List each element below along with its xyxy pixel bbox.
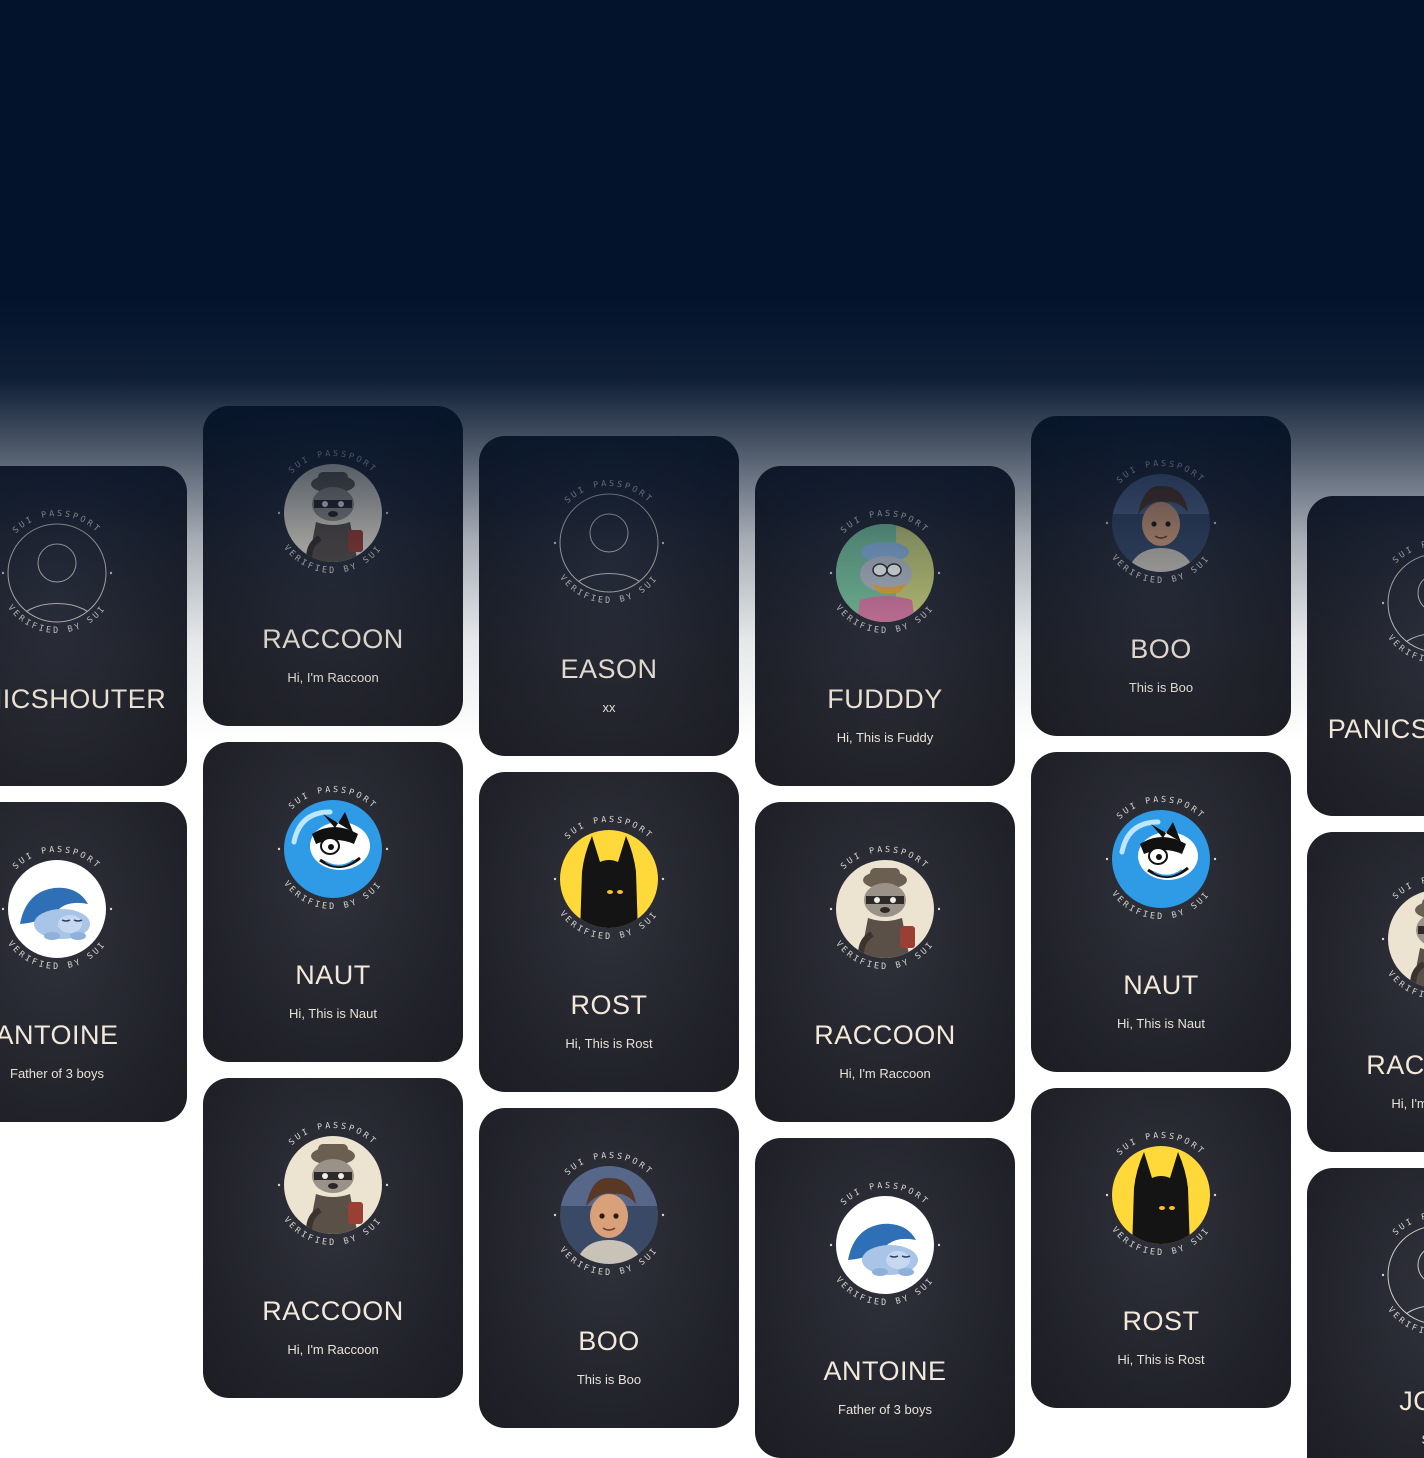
card-bio: Hi, I'm Raccoon bbox=[287, 670, 379, 685]
card-bio: xx bbox=[602, 700, 616, 715]
svg-text:SUI PASSPORT: SUI PASSPORT bbox=[1390, 538, 1424, 565]
passport-card[interactable]: SUI PASSPORT VERIFIED BY SUI RACCOON bbox=[755, 802, 1015, 1122]
raccoon-avatar-icon: SUI PASSPORT VERIFIED BY SUI bbox=[268, 448, 398, 578]
passport-card[interactable]: SUI PASSPORT VERIFIED BY SUI PANICSHOUTE… bbox=[1307, 496, 1424, 816]
card-name: RACCOON bbox=[814, 1020, 956, 1050]
card-bio: Hi, This is Naut bbox=[1117, 1016, 1205, 1031]
boo-avatar-icon: SUI PASSPORT VERIFIED BY SUI bbox=[544, 1150, 674, 1280]
passport-card[interactable]: SUI PASSPORT VERIFIED BY SUI EASON xx bbox=[479, 436, 739, 756]
svg-text:SUI PASSPORT: SUI PASSPORT bbox=[10, 508, 103, 535]
card-bio: Father of 3 boys bbox=[10, 1066, 104, 1081]
card-bio: Hi, I'm Raccoon bbox=[1391, 1096, 1424, 1111]
raccoon-avatar-icon: SUI PASSPORT VERIFIED BY SUI bbox=[820, 844, 950, 974]
card-name: PANICSHOUTER bbox=[1327, 714, 1424, 744]
card-bio: Hi, This is Rost bbox=[1117, 1352, 1205, 1367]
card-name: JOHN bbox=[1399, 1386, 1424, 1416]
card-name: EASON bbox=[560, 654, 658, 684]
card-name: RACCOON bbox=[262, 1296, 404, 1326]
card-name: FUDDDY bbox=[827, 684, 943, 714]
card-bio: Hi, This is Fuddy bbox=[836, 730, 934, 745]
passport-card[interactable]: SUI PASSPORT VERIFIED BY SUI RACCOON bbox=[1307, 832, 1424, 1152]
card-bio: Short bbox=[1307, 1432, 1424, 1447]
card-name: NAUT bbox=[295, 960, 371, 990]
card-name: BOO bbox=[578, 1326, 640, 1356]
card-bio: This is Boo bbox=[1128, 680, 1194, 695]
svg-text:SUI PASSPORT: SUI PASSPORT bbox=[562, 478, 655, 505]
passport-card[interactable]: SUI PASSPORT VERIFIED BY SUI NAUT Hi, Th… bbox=[1031, 752, 1291, 1072]
raccoon-avatar-icon: SUI PASSPORT VERIFIED BY SUI bbox=[1372, 874, 1424, 1004]
naut-avatar-icon: SUI PASSPORT VERIFIED BY SUI bbox=[1096, 794, 1226, 924]
card-bio: Father of 3 boys bbox=[838, 1402, 932, 1417]
card-name: RACCOON bbox=[1366, 1050, 1424, 1080]
placeholder-avatar-icon: SUI PASSPORT VERIFIED BY SUI bbox=[1372, 1210, 1424, 1340]
card-name: NAUT bbox=[1123, 970, 1199, 1000]
card-bio: Hi, This is Naut bbox=[289, 1006, 377, 1021]
card-name: ANTOINE bbox=[823, 1356, 947, 1386]
rost-avatar-icon: SUI PASSPORT VERIFIED BY SUI bbox=[1096, 1130, 1226, 1260]
passport-card[interactable]: SUI PASSPORT VERIFIED BY SUI ROST Hi, Th… bbox=[479, 772, 739, 1092]
card-name: BOO bbox=[1130, 634, 1192, 664]
placeholder-avatar-icon: SUI PASSPORT VERIFIED BY SUI bbox=[544, 478, 674, 608]
card-name: PANICSHOUTER bbox=[0, 684, 167, 714]
sleeping-bear-avatar-icon: SUI PASSPORT VERIFIED BY SUI bbox=[820, 1180, 950, 1310]
raccoon-avatar-icon: SUI PASSPORT VERIFIED BY SUI bbox=[268, 1120, 398, 1250]
fuddy-avatar-icon: SUI PASSPORT VERIFIED BY SUI bbox=[820, 508, 950, 638]
card-name: ROST bbox=[570, 990, 648, 1020]
passport-card[interactable]: SUI PASSPORT VERIFIED BY SUI ANTOINE Fat… bbox=[0, 802, 187, 1122]
passport-card[interactable]: SUI PASSPORT VERIFIED BY SUI FUDDDY Hi, … bbox=[755, 466, 1015, 786]
passport-card[interactable]: SUI PASSPORT VERIFIED BY SUI RACCOON bbox=[203, 1078, 463, 1398]
passport-card[interactable]: SUI PASSPORT VERIFIED BY SUI JOHN Short bbox=[1307, 1168, 1424, 1458]
boo-avatar-icon: SUI PASSPORT VERIFIED BY SUI bbox=[1096, 458, 1226, 588]
card-bio: Hi, I'm Raccoon bbox=[287, 1342, 379, 1357]
passport-card[interactable]: SUI PASSPORT VERIFIED BY SUI PANICSHOUTE… bbox=[0, 466, 187, 786]
sleeping-bear-avatar-icon: SUI PASSPORT VERIFIED BY SUI bbox=[0, 844, 122, 974]
card-bio: Hi, This is Rost bbox=[565, 1036, 653, 1051]
card-name: ROST bbox=[1122, 1306, 1200, 1336]
passport-card[interactable]: SUI PASSPORT VERIFIED BY SUI ROST Hi, Th… bbox=[1031, 1088, 1291, 1408]
card-name: RACCOON bbox=[262, 624, 404, 654]
passport-card[interactable]: SUI PASSPORT VERIFIED BY SUI BOO This is… bbox=[1031, 416, 1291, 736]
passport-card[interactable]: SUI PASSPORT VERIFIED BY SUI NAUT Hi, Th… bbox=[203, 742, 463, 1062]
card-bio: Hi, I'm Raccoon bbox=[839, 1066, 931, 1081]
placeholder-avatar-icon: SUI PASSPORT VERIFIED BY SUI bbox=[0, 508, 122, 638]
passport-gallery: SUI PASSPORT VERIFIED BY SUI PANICSHOUTE… bbox=[0, 0, 1424, 1458]
passport-card[interactable]: SUI PASSPORT VERIFIED BY SUI BOO This is… bbox=[479, 1108, 739, 1428]
card-name: ANTOINE bbox=[0, 1020, 119, 1050]
svg-text:SUI PASSPORT: SUI PASSPORT bbox=[1390, 1210, 1424, 1237]
passport-card[interactable]: SUI PASSPORT VERIFIED BY SUI ANTOINE Fat… bbox=[755, 1138, 1015, 1458]
rost-avatar-icon: SUI PASSPORT VERIFIED BY SUI bbox=[544, 814, 674, 944]
passport-card[interactable]: SUI PASSPORT VERIFIED BY SUI RACCOON bbox=[203, 406, 463, 726]
naut-avatar-icon: SUI PASSPORT VERIFIED BY SUI bbox=[268, 784, 398, 914]
placeholder-avatar-icon: SUI PASSPORT VERIFIED BY SUI bbox=[1372, 538, 1424, 668]
card-bio: This is Boo bbox=[576, 1372, 642, 1387]
